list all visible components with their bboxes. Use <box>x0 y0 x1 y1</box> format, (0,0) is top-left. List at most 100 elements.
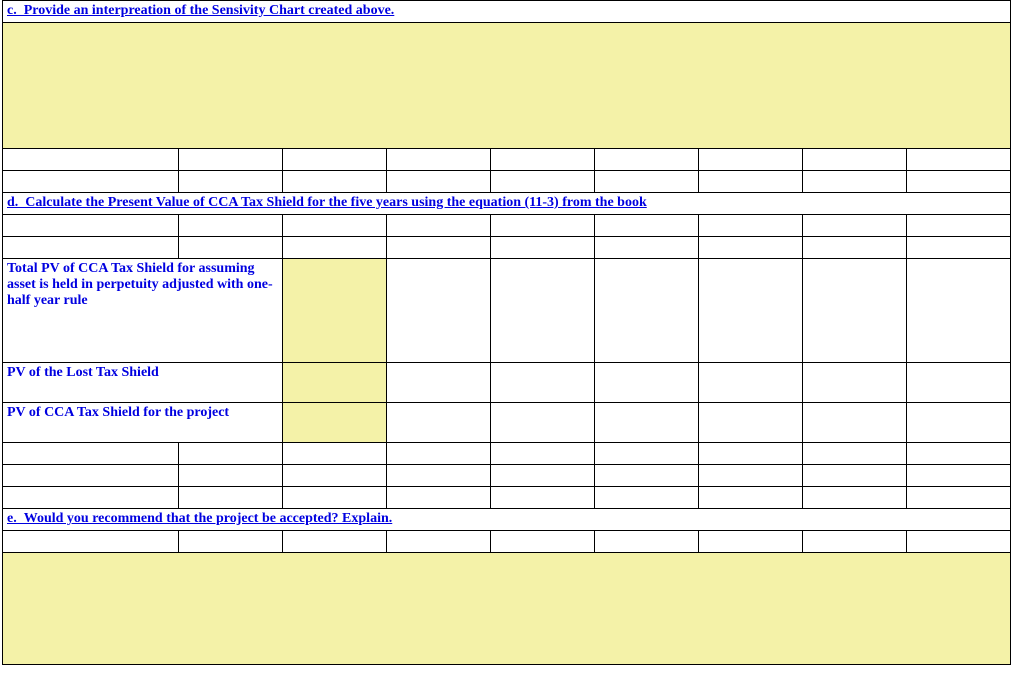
cell[interactable] <box>595 363 699 403</box>
d-row3-input[interactable] <box>283 403 387 443</box>
cell[interactable] <box>387 149 491 171</box>
cell[interactable] <box>907 237 1011 259</box>
cell[interactable] <box>387 465 491 487</box>
cell[interactable] <box>283 237 387 259</box>
cell[interactable] <box>595 531 699 553</box>
section-c-answer-area[interactable] <box>3 23 1011 149</box>
cell[interactable] <box>699 363 803 403</box>
cell[interactable] <box>283 443 387 465</box>
cell[interactable] <box>699 237 803 259</box>
cell[interactable] <box>699 487 803 509</box>
cell[interactable] <box>803 171 907 193</box>
cell[interactable] <box>179 237 283 259</box>
cell[interactable] <box>907 487 1011 509</box>
d-row2-input[interactable] <box>283 363 387 403</box>
cell[interactable] <box>699 403 803 443</box>
cell[interactable] <box>907 215 1011 237</box>
cell[interactable] <box>907 171 1011 193</box>
cell[interactable] <box>491 363 595 403</box>
cell[interactable] <box>491 465 595 487</box>
cell[interactable] <box>387 487 491 509</box>
cell[interactable] <box>803 531 907 553</box>
cell[interactable] <box>595 443 699 465</box>
cell[interactable] <box>387 363 491 403</box>
cell[interactable] <box>907 403 1011 443</box>
cell[interactable] <box>179 531 283 553</box>
cell[interactable] <box>387 443 491 465</box>
cell[interactable] <box>907 149 1011 171</box>
cell[interactable] <box>179 487 283 509</box>
cell[interactable] <box>803 487 907 509</box>
cell[interactable] <box>491 259 595 363</box>
cell[interactable] <box>283 215 387 237</box>
table-row <box>3 487 1011 509</box>
cell[interactable] <box>699 215 803 237</box>
cell[interactable] <box>491 487 595 509</box>
d-row2-label: PV of the Lost Tax Shield <box>3 363 283 403</box>
cell[interactable] <box>491 443 595 465</box>
cell[interactable] <box>803 443 907 465</box>
cell[interactable] <box>803 237 907 259</box>
cell[interactable] <box>283 465 387 487</box>
cell[interactable] <box>907 531 1011 553</box>
cell[interactable] <box>907 259 1011 363</box>
cell[interactable] <box>179 215 283 237</box>
cell[interactable] <box>3 215 179 237</box>
cell[interactable] <box>3 531 179 553</box>
table-row: PV of CCA Tax Shield for the project <box>3 403 1011 443</box>
cell[interactable] <box>595 171 699 193</box>
cell[interactable] <box>595 237 699 259</box>
d-row1-input[interactable] <box>283 259 387 363</box>
cell[interactable] <box>595 403 699 443</box>
cell[interactable] <box>179 149 283 171</box>
cell[interactable] <box>283 531 387 553</box>
section-e-answer-area[interactable] <box>3 553 1011 665</box>
cell[interactable] <box>3 443 179 465</box>
cell[interactable] <box>3 171 179 193</box>
cell[interactable] <box>907 443 1011 465</box>
cell[interactable] <box>283 149 387 171</box>
cell[interactable] <box>699 149 803 171</box>
worksheet: c. Provide an interpreation of the Sensi… <box>0 0 1024 688</box>
cell[interactable] <box>803 403 907 443</box>
cell[interactable] <box>699 465 803 487</box>
cell[interactable] <box>3 465 179 487</box>
cell[interactable] <box>907 363 1011 403</box>
cell[interactable] <box>387 237 491 259</box>
cell[interactable] <box>491 171 595 193</box>
cell[interactable] <box>387 403 491 443</box>
cell[interactable] <box>491 403 595 443</box>
cell[interactable] <box>595 465 699 487</box>
cell[interactable] <box>3 487 179 509</box>
cell[interactable] <box>491 237 595 259</box>
cell[interactable] <box>803 363 907 403</box>
cell[interactable] <box>387 531 491 553</box>
cell[interactable] <box>699 531 803 553</box>
cell[interactable] <box>595 215 699 237</box>
cell[interactable] <box>699 443 803 465</box>
cell[interactable] <box>803 259 907 363</box>
cell[interactable] <box>179 443 283 465</box>
cell[interactable] <box>283 487 387 509</box>
cell[interactable] <box>3 149 179 171</box>
cell[interactable] <box>595 487 699 509</box>
cell[interactable] <box>179 171 283 193</box>
cell[interactable] <box>491 215 595 237</box>
cell[interactable] <box>699 171 803 193</box>
cell[interactable] <box>803 465 907 487</box>
cell[interactable] <box>595 149 699 171</box>
cell[interactable] <box>803 149 907 171</box>
cell[interactable] <box>699 259 803 363</box>
cell[interactable] <box>803 215 907 237</box>
cell[interactable] <box>491 531 595 553</box>
cell[interactable] <box>387 215 491 237</box>
cell[interactable] <box>491 149 595 171</box>
cell[interactable] <box>3 237 179 259</box>
cell[interactable] <box>907 465 1011 487</box>
cell[interactable] <box>387 259 491 363</box>
cell[interactable] <box>283 171 387 193</box>
table-row <box>3 553 1011 665</box>
cell[interactable] <box>387 171 491 193</box>
cell[interactable] <box>595 259 699 363</box>
cell[interactable] <box>179 465 283 487</box>
